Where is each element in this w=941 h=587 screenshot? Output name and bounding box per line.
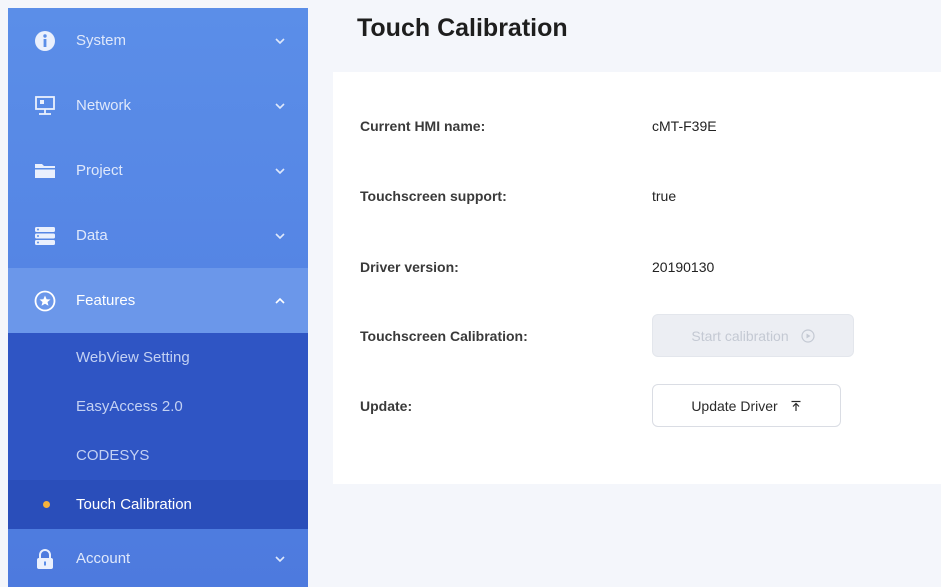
sidebar: System Network Project Data Features Web… (8, 8, 308, 587)
database-icon (34, 225, 56, 247)
chevron-down-icon (275, 37, 285, 44)
network-icon (34, 95, 56, 117)
touch-calibration-panel: Current HMI name: cMT-F39E Touchscreen s… (333, 72, 941, 484)
chevron-down-icon (275, 167, 285, 174)
hmi-name-label: Current HMI name: (360, 118, 486, 134)
features-submenu: WebView Setting EasyAccess 2.0 CODESYS T… (8, 333, 308, 529)
folder-icon (34, 160, 56, 182)
driver-version-row: Driver version: 20190130 (360, 259, 714, 275)
sidebar-subitem-label: Touch Calibration (76, 496, 192, 513)
sidebar-subitem-touch-calibration[interactable]: Touch Calibration (8, 480, 308, 529)
update-row: Update: Update Driver (360, 384, 841, 427)
lock-icon (34, 548, 56, 570)
sidebar-item-features[interactable]: Features (8, 268, 308, 333)
upload-icon (791, 400, 801, 411)
sidebar-item-system[interactable]: System (8, 8, 308, 73)
sidebar-item-data[interactable]: Data (8, 203, 308, 268)
chevron-up-icon (275, 297, 285, 304)
sidebar-subitem-label: EasyAccess 2.0 (76, 398, 183, 415)
start-calibration-button-label: Start calibration (691, 327, 789, 344)
sidebar-item-network[interactable]: Network (8, 73, 308, 138)
sidebar-subitem-codesys[interactable]: CODESYS (8, 431, 308, 480)
sidebar-subitem-label: WebView Setting (76, 349, 190, 366)
touch-support-row: Touchscreen support: true (360, 188, 676, 204)
page-title: Touch Calibration (357, 14, 568, 42)
touch-support-label: Touchscreen support: (360, 188, 507, 204)
sidebar-item-label: Account (76, 550, 131, 567)
start-calibration-button[interactable]: Start calibration (652, 314, 854, 357)
sidebar-item-project[interactable]: Project (8, 138, 308, 203)
active-indicator-dot (43, 501, 50, 508)
touch-support-value: true (652, 188, 677, 204)
sidebar-subitem-webview-setting[interactable]: WebView Setting (8, 333, 308, 382)
chevron-down-icon (275, 232, 285, 239)
sidebar-item-label: Features (76, 292, 136, 309)
sidebar-subitem-label: CODESYS (76, 447, 150, 464)
hmi-name-row: Current HMI name: cMT-F39E (360, 118, 717, 134)
hmi-name-value: cMT-F39E (652, 118, 717, 134)
star-icon (34, 290, 56, 312)
update-driver-button-label: Update Driver (691, 397, 778, 414)
sidebar-item-label: Network (76, 97, 132, 114)
sidebar-item-label: Data (76, 227, 108, 244)
driver-version-label: Driver version: (360, 259, 459, 275)
info-icon (34, 30, 56, 52)
sidebar-item-label: Project (76, 162, 123, 179)
update-driver-button[interactable]: Update Driver (652, 384, 841, 427)
sidebar-item-account[interactable]: Account (8, 529, 308, 587)
driver-version-value: 20190130 (652, 259, 715, 275)
update-label: Update: (360, 397, 413, 414)
chevron-down-icon (275, 555, 285, 562)
calibration-label: Touchscreen Calibration: (360, 327, 528, 344)
chevron-down-icon (275, 102, 285, 109)
sidebar-subitem-easyaccess[interactable]: EasyAccess 2.0 (8, 382, 308, 431)
play-circle-icon (801, 328, 815, 343)
calibration-row: Touchscreen Calibration: Start calibrati… (360, 314, 854, 357)
sidebar-item-label: System (76, 32, 127, 49)
